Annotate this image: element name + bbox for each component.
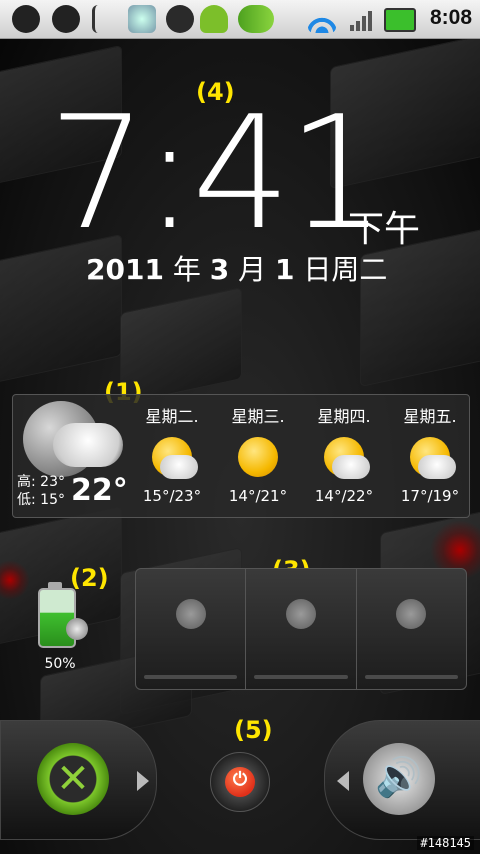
power-button[interactable]: ⏻ (210, 752, 270, 812)
auto-brightness-button[interactable] (357, 569, 466, 689)
unlock-handle[interactable]: ✕ (37, 743, 109, 815)
date-year: 2011 (86, 253, 164, 286)
status-time: 8:08 (429, 6, 472, 29)
android-icon (200, 5, 228, 33)
low-temp: 低: 15° (17, 492, 65, 508)
cloud-icon (53, 423, 123, 467)
forecast-day: 星期五. 17°/19° (389, 403, 471, 505)
high-temp: 高: 23° (17, 474, 65, 490)
power-control-widget (135, 568, 467, 690)
partly-cloudy-icon (146, 435, 198, 481)
date-month: 3 (209, 253, 230, 286)
current-temp: 22° (71, 473, 128, 508)
high-low-temps: 高: 23° 低: 15° (17, 473, 65, 509)
date-month-suffix: 月 (229, 253, 276, 286)
forecast-day-label: 星期四. (317, 407, 371, 426)
settings-icon (128, 5, 156, 33)
battery-widget[interactable]: 50% (28, 578, 92, 674)
forecast-temp: 17°/19° (400, 487, 460, 505)
auto-brightness-icon (396, 599, 427, 629)
signal-icon (350, 9, 376, 31)
power-saver-icon (175, 599, 206, 629)
marker-power: (5) (234, 716, 273, 744)
forecast-day: 星期二. 15°/23° (131, 403, 213, 505)
forecast-temp: 15°/23° (142, 487, 202, 505)
forecast-day-label: 星期二. (145, 407, 199, 426)
unlock-slider[interactable]: ✕ (0, 720, 157, 840)
brightness-button[interactable] (246, 569, 357, 689)
sunny-icon (232, 435, 284, 481)
pea-icon (238, 5, 274, 33)
clock-date: 2011 年 3 月 1 日周二 (86, 248, 387, 288)
forecast-temp: 14°/21° (228, 487, 288, 505)
date-year-suffix: 年 (163, 253, 210, 286)
usb-icon (92, 5, 113, 33)
chat-icon (12, 5, 40, 33)
sound-handle[interactable]: 🔊 (363, 743, 435, 815)
forecast-temp: 14°/22° (314, 487, 374, 505)
forecast-day-label: 星期三. (231, 407, 285, 426)
partly-cloudy-icon (404, 435, 456, 481)
power-saver-button[interactable] (136, 569, 247, 689)
forecast-day-label: 星期五. (403, 407, 457, 426)
close-icon: ✕ (56, 756, 90, 802)
lock-icon (52, 5, 80, 33)
clock-ampm: 下午 (348, 209, 421, 250)
date-day-suffix: 日周二 (294, 253, 388, 286)
watermark: #148145 (417, 836, 474, 850)
arrow-right-icon (137, 771, 149, 791)
arrow-left-icon (337, 771, 349, 791)
partly-cloudy-icon (318, 435, 370, 481)
skype-icon (166, 5, 194, 33)
brightness-icon (285, 599, 316, 629)
battery-icon (38, 588, 76, 648)
speaker-icon: 🔊 (375, 755, 423, 799)
forecast-day: 星期四. 14°/22° (303, 403, 385, 505)
date-day: 1 (275, 253, 295, 286)
battery-percent: 50% (44, 656, 76, 672)
wifi-icon (308, 5, 336, 33)
battery-charging-icon (384, 8, 416, 32)
plug-icon (66, 618, 88, 640)
sound-slider[interactable]: 🔊 (324, 720, 480, 840)
forecast-day: 星期三. 14°/21° (217, 403, 299, 505)
status-bar[interactable]: 8:08 (0, 0, 480, 39)
weather-widget[interactable]: 高: 23° 低: 15° 22° 星期二. 15°/23° 星期三. 14°/… (12, 394, 470, 518)
clock-time[interactable]: 7:41 (48, 95, 386, 251)
